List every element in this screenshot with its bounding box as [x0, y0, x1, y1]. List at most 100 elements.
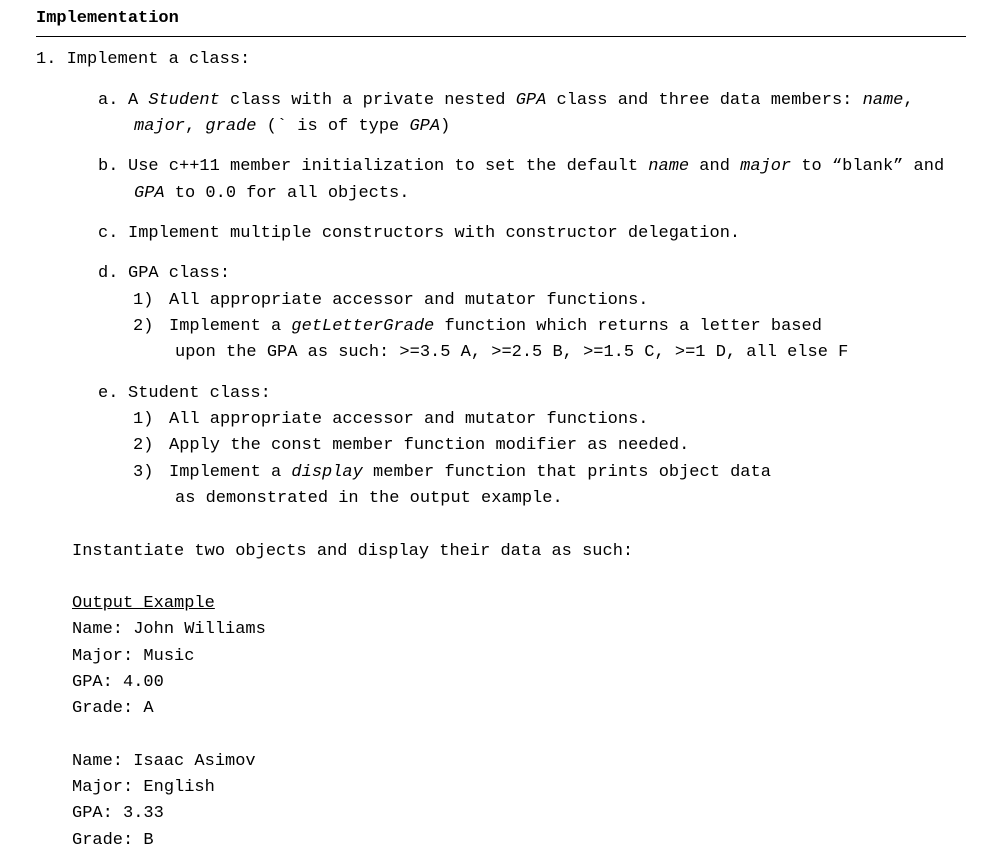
item-e-1: 1)All appropriate accessor and mutator f…: [62, 407, 966, 433]
item-a-gpa2: GPA: [409, 117, 440, 136]
alpha-a: a.A Student class with a private nested …: [62, 88, 966, 141]
item-a: a.A Student class with a private nested …: [62, 88, 966, 141]
section-title: Implementation: [36, 6, 966, 37]
item-c-wrap: c.Implement multiple constructors with c…: [62, 221, 966, 247]
item-e-3-mid: member function that prints object data: [363, 463, 771, 482]
item-a-mid1: class with a private nested: [220, 91, 516, 110]
item-c-marker: c.: [98, 221, 128, 247]
page: Implementation 1. Implement a class: a.A…: [0, 6, 1002, 854]
item-e-wrap: e.Student class: 1)All appropriate acces…: [62, 381, 966, 513]
item-d-2: 2)Implement a getLetterGrade function wh…: [62, 314, 966, 367]
label-gpa-2: GPA:: [72, 804, 123, 823]
item-e-3: 3)Implement a display member function th…: [62, 460, 966, 513]
output-record-1: Name: John Williams Major: Music GPA: 4.…: [98, 617, 966, 722]
out2-grade: Grade: B: [98, 828, 966, 854]
item-e-2: 2)Apply the const member function modifi…: [62, 433, 966, 459]
item-b-to: to “blank” and: [791, 157, 944, 176]
item-d: d.GPA class:: [62, 261, 966, 287]
main-item-text: Implement a class:: [67, 50, 251, 69]
alpha-list: a.A Student class with a private nested …: [62, 88, 966, 513]
item-d-wrap: d.GPA class: 1)All appropriate accessor …: [62, 261, 966, 366]
item-a-student: Student: [148, 91, 219, 110]
val2-name: Isaac Asimov: [133, 752, 255, 771]
val1-grade: A: [143, 699, 153, 718]
item-b-gpa: GPA: [134, 184, 165, 203]
item-b-major: major: [740, 157, 791, 176]
output-title: Output Example: [98, 591, 966, 617]
item-d-2-hang: upon the GPA as such: >=3.5 A, >=2.5 B, …: [175, 340, 966, 366]
item-e-3-marker: 3): [133, 460, 169, 486]
item-a-major: major: [134, 117, 185, 136]
item-b-and: and: [689, 157, 740, 176]
label-gpa: GPA:: [72, 673, 123, 692]
item-e-2-marker: 2): [133, 433, 169, 459]
item-a-close: ): [440, 117, 450, 136]
item-d-2-pre: Implement a: [169, 317, 291, 336]
item-e-3-fn: display: [291, 463, 362, 482]
label-name-2: Name:: [72, 752, 133, 771]
val1-name: John Williams: [133, 620, 266, 639]
item-e-text: Student class:: [128, 384, 271, 403]
item-e-marker: e.: [98, 381, 128, 407]
output-block: Output Example Name: John Williams Major…: [62, 591, 966, 854]
item-e-1-text: All appropriate accessor and mutator fun…: [169, 410, 648, 429]
item-a-marker: a.: [98, 88, 128, 114]
item-a-c1: ,: [903, 91, 913, 110]
item-e-3-pre: Implement a: [169, 463, 291, 482]
item-d-marker: d.: [98, 261, 128, 287]
item-b-pre: Use c++11 member initialization to set t…: [128, 157, 648, 176]
item-b-rest: to 0.0 for all objects.: [165, 184, 410, 203]
item-a-grade: grade: [205, 117, 256, 136]
main-item-1: 1. Implement a class: a.A Student class …: [36, 47, 966, 854]
item-d-2-marker: 2): [133, 314, 169, 340]
out1-name: Name: John Williams: [98, 617, 966, 643]
out1-grade: Grade: A: [98, 696, 966, 722]
alpha-c: c.Implement multiple constructors with c…: [62, 221, 966, 247]
item-e-1-marker: 1): [133, 407, 169, 433]
val2-gpa: 3.33: [123, 804, 164, 823]
item-e: e.Student class:: [62, 381, 966, 407]
item-d-text: GPA class:: [128, 264, 230, 283]
item-d-1-text: All appropriate accessor and mutator fun…: [169, 291, 648, 310]
item-a-mid2: class and three data members:: [546, 91, 862, 110]
main-list: 1. Implement a class: a.A Student class …: [36, 47, 966, 854]
item-d-1: 1)All appropriate accessor and mutator f…: [62, 288, 966, 314]
val2-grade: B: [143, 831, 153, 850]
item-a-wrap: a.A Student class with a private nested …: [62, 88, 966, 141]
item-a-gpa: GPA: [516, 91, 547, 110]
val1-gpa: 4.00: [123, 673, 164, 692]
val1-major: Music: [143, 647, 194, 666]
item-d-1-marker: 1): [133, 288, 169, 314]
item-a-pre: A: [128, 91, 148, 110]
out1-major: Major: Music: [98, 644, 966, 670]
alpha-e: e.Student class:: [62, 381, 966, 407]
item-b-marker: b.: [98, 154, 128, 180]
out2-gpa: GPA: 3.33: [98, 801, 966, 827]
item-c: c.Implement multiple constructors with c…: [62, 221, 966, 247]
item-b-name: name: [648, 157, 689, 176]
e-sublist: 1)All appropriate accessor and mutator f…: [62, 407, 966, 512]
label-major-2: Major:: [72, 778, 143, 797]
alpha-b: b.Use c++11 member initialization to set…: [62, 154, 966, 207]
alpha-d: d.GPA class:: [62, 261, 966, 287]
instantiate-line: Instantiate two objects and display thei…: [62, 539, 966, 565]
label-major: Major:: [72, 647, 143, 666]
item-a-name: name: [863, 91, 904, 110]
label-grade-2: Grade:: [72, 831, 143, 850]
output-record-2: Name: Isaac Asimov Major: English GPA: 3…: [98, 749, 966, 854]
item-d-2-fn: getLetterGrade: [291, 317, 434, 336]
d-sublist: 1)All appropriate accessor and mutator f…: [62, 288, 966, 367]
item-e-2-text: Apply the const member function modifier…: [169, 436, 689, 455]
main-item-number: 1.: [36, 50, 56, 69]
item-b-wrap: b.Use c++11 member initialization to set…: [62, 154, 966, 207]
out2-major: Major: English: [98, 775, 966, 801]
out1-gpa: GPA: 4.00: [98, 670, 966, 696]
item-e-3-hang: as demonstrated in the output example.: [175, 486, 966, 512]
item-a-paren: (` is of type: [256, 117, 409, 136]
item-b: b.Use c++11 member initialization to set…: [62, 154, 966, 207]
label-grade: Grade:: [72, 699, 143, 718]
item-d-2-mid: function which returns a letter based: [434, 317, 822, 336]
label-name: Name:: [72, 620, 133, 639]
val2-major: English: [143, 778, 214, 797]
item-a-c2: ,: [185, 117, 205, 136]
